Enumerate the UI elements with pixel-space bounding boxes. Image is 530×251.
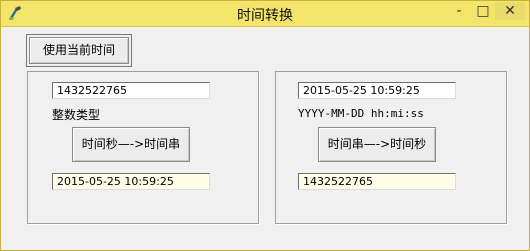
use-current-time-button[interactable]: 使用当前时间 <box>26 34 132 67</box>
app-window: 时间转换 - □ ✕ 使用当前时间 1432522765 整数类型 时间秒—->… <box>0 0 530 251</box>
seconds-to-string-group: 1432522765 整数类型 时间秒—->时间串 2015-05-25 10:… <box>27 71 259 224</box>
timestamp-input[interactable]: 1432522765 <box>52 82 210 99</box>
use-current-time-label: 使用当前时间 <box>42 43 115 57</box>
timestamp-result-field[interactable]: 1432522765 <box>298 173 456 190</box>
string-to-seconds-label: 时间串—->时间秒 <box>327 137 427 151</box>
datetime-input[interactable]: 2015-05-25 10:59:25 <box>298 82 456 99</box>
string-to-seconds-button[interactable]: 时间串—->时间秒 <box>318 127 436 162</box>
integer-type-label: 整数类型 <box>52 108 101 122</box>
title-bar[interactable]: 时间转换 - □ ✕ <box>1 1 529 27</box>
datetime-format-label: YYYY-MM-DD hh:mi:ss <box>298 107 424 120</box>
seconds-to-string-label: 时间秒—->时间串 <box>81 137 181 151</box>
maximize-button[interactable]: □ <box>471 2 495 20</box>
datetime-result-field[interactable]: 2015-05-25 10:59:25 <box>52 173 210 190</box>
string-to-seconds-group: 2015-05-25 10:59:25 YYYY-MM-DD hh:mi:ss … <box>275 71 507 224</box>
seconds-to-string-button[interactable]: 时间秒—->时间串 <box>72 127 190 162</box>
minimize-button[interactable]: - <box>447 2 471 20</box>
close-button[interactable]: ✕ <box>495 2 525 20</box>
client-area: 使用当前时间 1432522765 整数类型 时间秒—->时间串 2015-05… <box>1 27 529 250</box>
